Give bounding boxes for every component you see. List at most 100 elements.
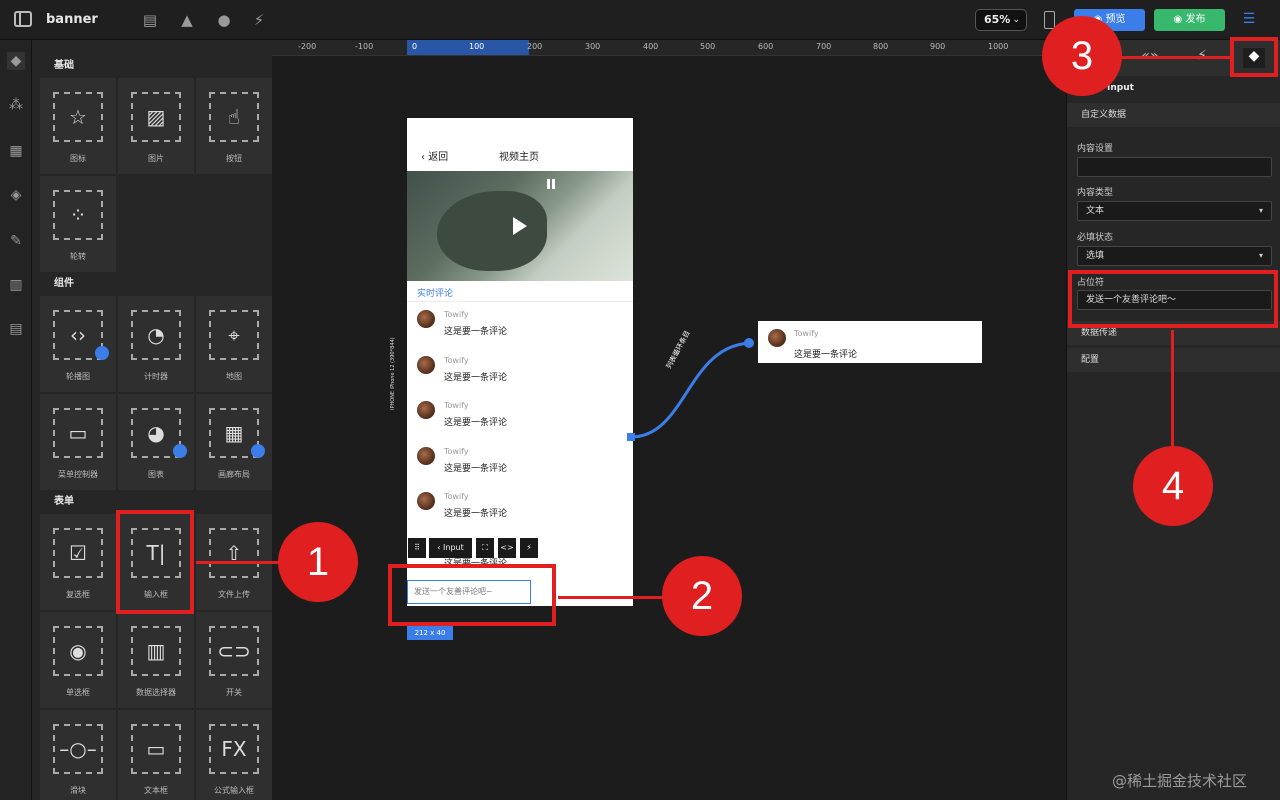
comment-text: 这是要一条评论 (444, 373, 508, 383)
live-comments-heading: 实时评论 (417, 289, 454, 299)
element-toolbar: ⠿ ‹ Input ⛶ <> ⚡ (408, 538, 540, 558)
comment-author: Towify (444, 492, 469, 501)
component-textarea[interactable]: ▭ 文本框 (118, 710, 194, 800)
component-label: 图标 (70, 154, 86, 163)
content-type-select[interactable]: 文本 ▾ (1077, 201, 1272, 221)
eye-icon: ◉ (1173, 14, 1186, 25)
phone-nav-bar: ‹ 返回 视频主页 (407, 146, 633, 168)
component-label: 按钮 (226, 154, 242, 163)
drive-icon[interactable]: ▲ (178, 11, 196, 29)
radio-icon: ◉ (53, 626, 103, 676)
component-icon[interactable]: ☆ 图标 (40, 78, 116, 174)
data-picker-icon: ▥ (131, 626, 181, 676)
connector-end-handle[interactable] (744, 338, 754, 348)
component-menu-controller[interactable]: ▭ 菜单控制器 (40, 394, 116, 490)
component-label: 开关 (226, 688, 242, 697)
list-item[interactable]: Towify 这是要一条评论 (417, 356, 617, 396)
component-spinner[interactable]: ⁘ 轮转 (40, 176, 116, 272)
preview-label: 预览 (1105, 14, 1126, 25)
click-button-icon: ☝ (209, 92, 259, 142)
comment-author: Towify (444, 401, 469, 410)
required-label: 必填状态 (1077, 233, 1114, 243)
code-icon[interactable]: <> (498, 538, 516, 558)
component-carousel[interactable]: ‹› 轮播图 (40, 296, 116, 392)
annotation-arrow-1 (196, 561, 280, 564)
selected-component-name: Input (1107, 83, 1134, 93)
design-canvas[interactable]: -200 -100 0 100 200 300 400 500 600 700 … (272, 40, 1066, 800)
blocks-icon[interactable]: ⁂ (7, 96, 25, 114)
phone-frame[interactable]: ‹ 返回 视频主页 实时评论 Towify 这是要一条评论 Towify 这是要一条… (407, 118, 633, 606)
publish-button[interactable]: ◉ 发布 (1154, 9, 1225, 31)
icon-rail: ◆ ⁂ ▦ ◈ ✎ ▥ ▤ (0, 40, 32, 800)
layout-icon[interactable]: ▦ (7, 142, 25, 160)
video-player[interactable] (407, 171, 633, 281)
avatar (417, 401, 435, 419)
device-label: IPHONE iPhone 12 (390*844) (390, 337, 396, 410)
ruler-tick: 600 (758, 42, 774, 51)
component-label: 复选框 (66, 590, 90, 599)
page-icon[interactable]: ▤ (141, 11, 159, 29)
component-checkbox[interactable]: ☑ 复选框 (40, 514, 116, 610)
fullscreen-icon[interactable]: ⛶ (476, 538, 494, 558)
chevron-down-icon: ▾ (1258, 206, 1263, 215)
component-formula-input[interactable]: FX 公式输入框 (196, 710, 272, 800)
settings-sliders-icon[interactable]: ☰ (1240, 11, 1258, 29)
annotation-number-3: 3 (1042, 16, 1122, 96)
list-item[interactable]: Towify 这是要一条评论 (417, 401, 617, 441)
component-map[interactable]: ⌖ 地图 (196, 296, 272, 392)
spinner-icon: ⁘ (53, 190, 103, 240)
content-type-label: 内容类型 (1077, 188, 1114, 198)
drag-handle-icon[interactable]: ⠿ (408, 538, 426, 558)
required-select[interactable]: 选填 ▾ (1077, 246, 1272, 266)
annotation-arrow-2 (558, 596, 666, 599)
ruler-tick: 900 (930, 42, 946, 51)
back-label: 返回 (428, 152, 449, 163)
play-icon[interactable] (513, 217, 527, 235)
component-radio[interactable]: ◉ 单选框 (40, 612, 116, 708)
ruler-tick: 300 (585, 42, 601, 51)
section-title-widgets: 组件 (54, 278, 74, 289)
component-image[interactable]: ▨ 图片 (118, 78, 194, 174)
annotation-number-2: 2 (662, 556, 742, 636)
zoom-value: 65% (984, 13, 1011, 26)
divider (407, 301, 633, 302)
brush-icon[interactable]: ✎ (7, 232, 25, 250)
action-bolt-icon[interactable]: ⚡ (250, 11, 268, 29)
component-data-picker[interactable]: ▥ 数据选择器 (118, 612, 194, 708)
component-label: 地图 (226, 372, 242, 381)
component-gallery-layout[interactable]: ▦ 画廊布局 (196, 394, 272, 490)
shapes-icon[interactable]: ● (215, 11, 233, 29)
component-slider[interactable]: –○– 滑块 (40, 710, 116, 800)
list-item[interactable]: Towify 这是要一条评论 (417, 447, 617, 487)
action-bolt-icon[interactable]: ⚡ (520, 538, 538, 558)
connector-start-handle[interactable] (627, 433, 635, 441)
avatar (417, 447, 435, 465)
custom-data-section[interactable]: 自定义数据 (1067, 103, 1280, 127)
layers-icon[interactable]: ◈ (7, 186, 25, 204)
components-icon[interactable]: ◆ (7, 52, 25, 70)
component-button[interactable]: ☝ 按钮 (196, 78, 272, 174)
pages-icon[interactable]: ▥ (7, 276, 25, 294)
ruler-tick: 200 (527, 42, 543, 51)
list-item[interactable]: Towify 这是要一条评论 (417, 310, 617, 350)
back-link[interactable]: ‹ 返回 (421, 148, 448, 163)
component-name-button[interactable]: ‹ Input (429, 538, 472, 558)
component-switch[interactable]: ⊂⊃ 开关 (196, 612, 272, 708)
component-label: 菜单控制器 (58, 470, 98, 479)
component-name: Input (443, 543, 464, 552)
grid-icon[interactable]: ▤ (7, 320, 25, 338)
list-item[interactable]: Towify 这是要一条评论 (417, 492, 617, 532)
comment-author: Towify (444, 447, 469, 456)
slider-icon: –○– (53, 724, 103, 774)
zoom-select[interactable]: 65% ⌄ (975, 9, 1027, 31)
video-thumbnail (437, 191, 547, 271)
component-label: 计时器 (144, 372, 168, 381)
database-icon (95, 346, 109, 360)
sidebar-toggle-icon[interactable] (14, 11, 32, 27)
ruler-highlight (407, 40, 529, 55)
required-value: 选填 (1086, 251, 1105, 261)
content-setting-input[interactable] (1077, 157, 1272, 177)
component-timer[interactable]: ◔ 计时器 (118, 296, 194, 392)
component-chart[interactable]: ◕ 图表 (118, 394, 194, 490)
loop-item-card[interactable]: Towify 这是要一条评论 (758, 321, 982, 363)
